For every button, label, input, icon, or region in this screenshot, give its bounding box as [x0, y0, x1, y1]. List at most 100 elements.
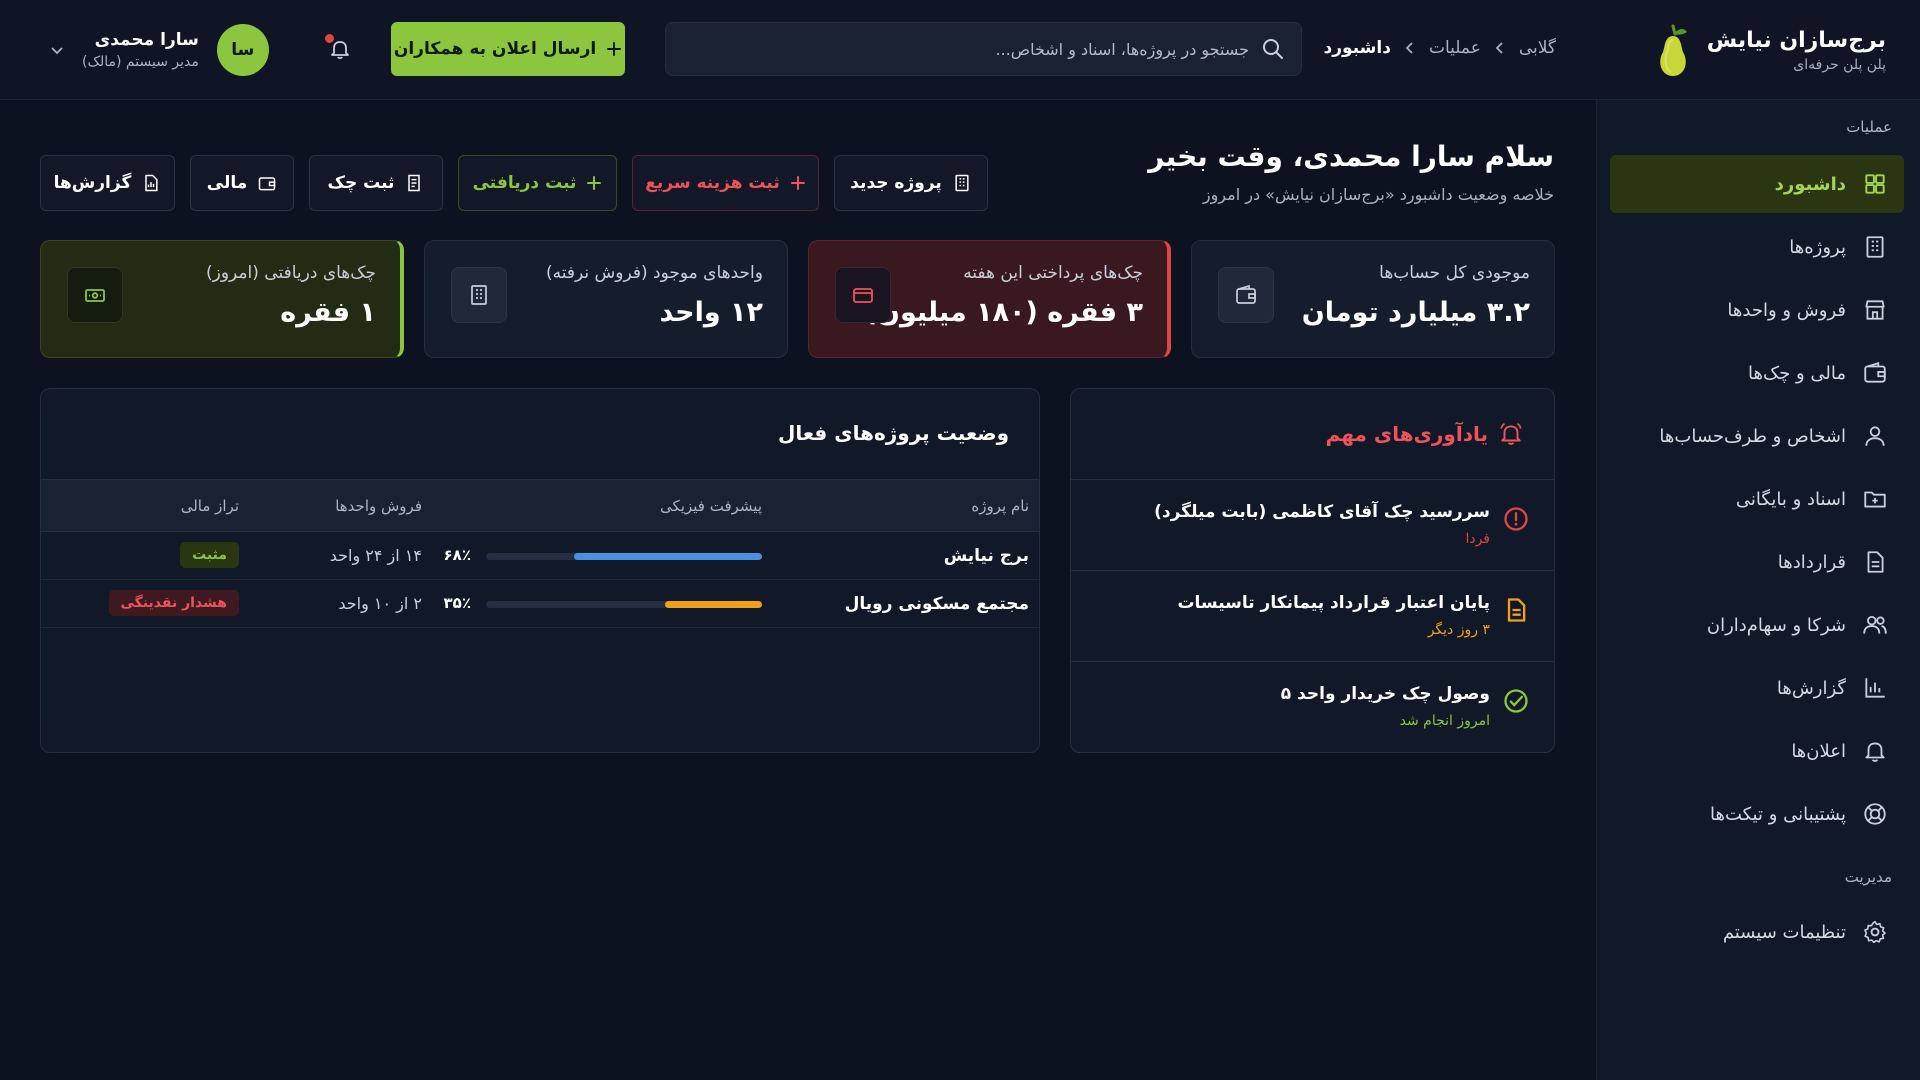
- th-name: نام پروژه: [971, 497, 1029, 515]
- progress-fill: [665, 601, 762, 608]
- reminders-title-text: یادآوری‌های مهم: [1325, 422, 1488, 446]
- sidebar-item-label: اسناد و بایگانی: [1735, 488, 1846, 510]
- wallet-icon: [259, 177, 276, 191]
- gear-icon: [1864, 920, 1886, 944]
- sidebar-item-label: تنظیمات سیستم: [1722, 921, 1846, 943]
- sidebar-item-label: اشخاص و طرف‌حساب‌ها: [1659, 425, 1846, 447]
- quick-expense-label: ثبت هزینه سریع: [645, 173, 780, 193]
- reminder-item[interactable]: وصول چک خریدار واحد ۵ امروز انجام شد: [1071, 661, 1554, 752]
- sidebar-item-label: پشتیبانی و تیکت‌ها: [1709, 803, 1846, 825]
- card-icon-box: [835, 267, 891, 323]
- new-project-button[interactable]: پروژه جدید: [834, 155, 988, 211]
- receive-button[interactable]: ثبت دریافتی: [458, 155, 617, 211]
- sidebar-item-label: گزارش‌ها: [1776, 677, 1846, 699]
- sidebar-item-finance[interactable]: مالی و چک‌ها: [1610, 344, 1904, 402]
- sidebar-item-label: پروژه‌ها: [1789, 236, 1846, 258]
- reminder-title: سررسید چک آقای کاظمی (بابت میلگرد): [1154, 502, 1490, 522]
- sidebar-item-label: فروش و واحدها: [1727, 299, 1846, 321]
- card-icon-box: [1218, 267, 1274, 323]
- sales-units: ۲ از ۱۰ واحد: [338, 594, 422, 613]
- register-check-button[interactable]: ثبت چک: [309, 155, 443, 211]
- finance-button[interactable]: مالی: [190, 155, 294, 211]
- brand-title: برج‌سازان نیایش: [1706, 27, 1886, 53]
- notifications-button[interactable]: [325, 34, 355, 64]
- table-header: نام پروژه پیشرفت فیزیکی فروش واحدها تراز…: [41, 479, 1039, 532]
- sidebar-item-support[interactable]: پشتیبانی و تیکت‌ها: [1610, 785, 1904, 843]
- stat-card-available-units[interactable]: واحدهای موجود (فروش نرفته) ۱۲ واحد: [424, 240, 788, 358]
- report-icon: [145, 174, 158, 192]
- quick-expense-button[interactable]: ثبت هزینه سریع: [632, 155, 819, 211]
- announce-button[interactable]: ارسال اعلان به همکاران: [391, 22, 625, 76]
- notification-dot: [325, 34, 334, 43]
- stat-card-received-checks[interactable]: چک‌های دریافتی (امروز) ۱ فقره: [40, 240, 404, 358]
- bell-icon: [1865, 742, 1885, 762]
- folder-icon: [1864, 491, 1886, 508]
- search-input[interactable]: [709, 39, 1249, 59]
- card-icon-box: [67, 267, 123, 323]
- sidebar-item-persons[interactable]: اشخاص و طرف‌حساب‌ها: [1610, 407, 1904, 465]
- sidebar-item-notifications[interactable]: اعلان‌ها: [1610, 722, 1904, 780]
- project-name[interactable]: برج نیایش: [944, 546, 1029, 566]
- table-row[interactable]: مجتمع مسکونی رویال ۳۵٪ ۲ از ۱۰ واحد هشدا…: [41, 580, 1039, 628]
- reminder-title: وصول چک خریدار واحد ۵: [1280, 684, 1490, 704]
- breadcrumb-item-root[interactable]: گلابی: [1519, 38, 1556, 58]
- search-box[interactable]: [665, 22, 1302, 76]
- building-icon: [1866, 236, 1884, 258]
- status-badge: هشدار نقدینگی: [108, 590, 239, 616]
- chevron-left-icon: [1405, 42, 1413, 54]
- stat-card-payable-checks[interactable]: چک‌های پرداختی این هفته ۳ فقره (۱۸۰ میلی…: [808, 240, 1171, 358]
- sidebar-item-projects[interactable]: پروژه‌ها: [1610, 218, 1904, 276]
- projects-panel: وضعیت پروژه‌های فعال نام پروژه پیشرفت فی…: [40, 388, 1040, 753]
- receipt-icon: [408, 174, 421, 192]
- th-balance: تراز مالی: [180, 497, 239, 515]
- chart-icon: [1865, 678, 1885, 698]
- sidebar-section-ops: عملیات: [1846, 118, 1892, 136]
- progress-percent: ۶۸٪: [443, 546, 471, 564]
- projects-title: وضعیت پروژه‌های فعال: [778, 421, 1009, 445]
- top-header: برج‌سازان نیایش پلن پلن حرفه‌ای گلابی عم…: [0, 0, 1920, 100]
- card-icon-box: [451, 267, 507, 323]
- reminder-title: پایان اعتبار قرارداد پیمانکار تاسیسات: [1177, 593, 1490, 613]
- sidebar-item-reports[interactable]: گزارش‌ها: [1610, 659, 1904, 717]
- plus-icon: [607, 42, 622, 56]
- sidebar-item-label: اعلان‌ها: [1791, 740, 1846, 762]
- sidebar-item-settings[interactable]: تنظیمات سیستم: [1610, 903, 1904, 961]
- user-menu[interactable]: سارا محمدی مدیر سیستم (مالک) سا: [50, 24, 269, 76]
- avatar[interactable]: سا: [216, 24, 269, 76]
- sidebar-item-sales[interactable]: فروش و واحدها: [1610, 281, 1904, 339]
- table-row[interactable]: برج نیایش ۶۸٪ ۱۴ از ۲۴ واحد مثبت: [41, 532, 1039, 580]
- sidebar-item-partners[interactable]: شرکا و سهام‌داران: [1610, 596, 1904, 654]
- building-icon: [471, 285, 487, 305]
- alert-circle-icon: [1504, 507, 1528, 531]
- sidebar-item-documents[interactable]: اسناد و بایگانی: [1610, 470, 1904, 528]
- user-name: سارا محمدی: [94, 30, 199, 50]
- building-icon: [955, 174, 969, 192]
- reminder-due: ۳ روز دیگر: [1427, 622, 1490, 638]
- sales-units: ۱۴ از ۲۴ واحد: [329, 546, 422, 565]
- brand[interactable]: برج‌سازان نیایش پلن پلن حرفه‌ای: [1653, 22, 1886, 78]
- wallet-icon: [1236, 284, 1256, 304]
- grid-icon: [1865, 174, 1885, 194]
- chevron-down-icon[interactable]: [50, 43, 64, 57]
- project-name[interactable]: مجتمع مسکونی رویال: [845, 594, 1029, 614]
- brand-subtitle: پلن پلن حرفه‌ای: [1793, 56, 1886, 73]
- breadcrumb-item-ops[interactable]: عملیات: [1429, 38, 1481, 58]
- breadcrumb: گلابی عملیات داشبورد: [1324, 38, 1556, 58]
- reminder-item[interactable]: سررسید چک آقای کاظمی (بابت میلگرد) فردا: [1071, 479, 1554, 570]
- search-icon: [1263, 39, 1283, 59]
- breadcrumb-item-current: داشبورد: [1323, 38, 1391, 58]
- cash-icon: [85, 289, 105, 302]
- sidebar-item-label: داشبورد: [1774, 173, 1846, 195]
- stat-card-balance[interactable]: موجودی کل حساب‌ها ۳.۲ میلیارد تومان: [1191, 240, 1555, 358]
- users-icon: [1863, 615, 1887, 634]
- new-project-label: پروژه جدید: [850, 173, 942, 193]
- reports-label: گزارش‌ها: [53, 173, 132, 193]
- sidebar-item-label: قراردادها: [1777, 551, 1846, 573]
- reminder-item[interactable]: پایان اعتبار قرارداد پیمانکار تاسیسات ۳ …: [1071, 570, 1554, 661]
- sidebar-item-contracts[interactable]: قراردادها: [1610, 533, 1904, 591]
- sidebar-section-admin: مدیریت: [1844, 868, 1892, 886]
- sidebar-item-dashboard[interactable]: داشبورد: [1610, 155, 1904, 213]
- store-icon: [1865, 300, 1885, 320]
- reports-button[interactable]: گزارش‌ها: [40, 155, 175, 211]
- plus-icon: [587, 176, 602, 190]
